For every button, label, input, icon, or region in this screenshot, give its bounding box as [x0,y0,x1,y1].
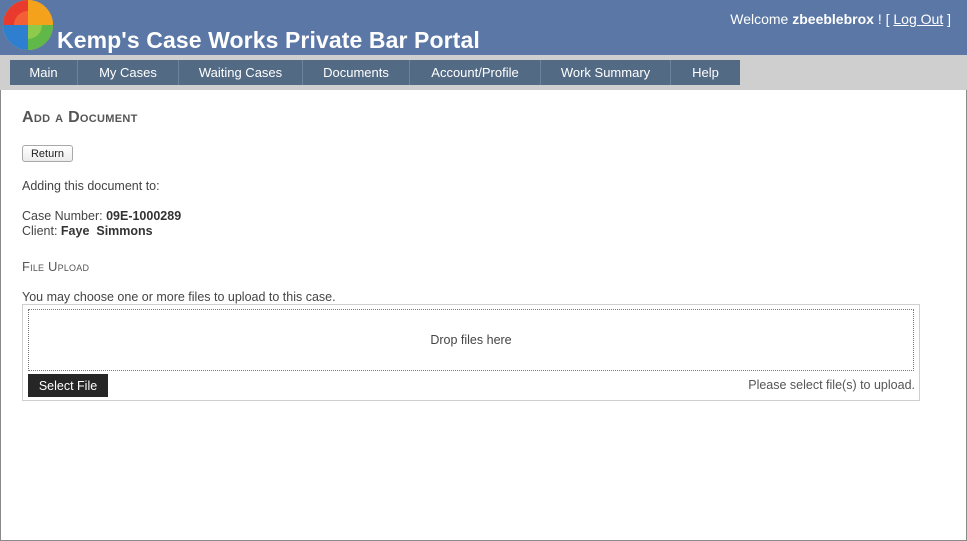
file-upload-heading: File Upload [22,259,90,274]
upload-instructions: You may choose one or more files to uplo… [22,290,336,304]
return-button[interactable]: Return [22,145,73,162]
nav-item-account-profile[interactable]: Account/Profile [410,60,541,85]
adding-text: Adding this document to: [22,179,160,193]
welcome-prefix: Welcome [730,11,789,27]
drop-zone-text: Drop files here [430,333,512,347]
logout-link[interactable]: Log Out [893,11,943,27]
nav-menu: Main My Cases Waiting Cases Documents Ac… [10,60,740,85]
portal-title: Kemp's Case Works Private Bar Portal [57,27,480,53]
nav-item-my-cases[interactable]: My Cases [78,60,179,85]
welcome-bracket-open: ! [ [877,11,890,27]
header: Kemp's Case Works Private Bar Portal Wel… [0,0,967,55]
username: zbeeblebrox [792,11,874,27]
case-number-row: Case Number: 09E-1000289 [22,209,181,223]
portal-logo-icon [3,0,53,50]
case-number-value: 09E-1000289 [106,209,182,223]
client-name: Faye Simmons [60,224,153,238]
client-label: Client: [22,224,58,238]
select-file-button[interactable]: Select File [28,374,108,397]
drop-zone[interactable]: Drop files here [28,309,914,371]
page-title: Add a Document [22,109,138,126]
nav-item-documents[interactable]: Documents [303,60,410,85]
case-number-label: Case Number: [22,209,103,223]
welcome-bar: Welcome zbeeblebrox ! [ Log Out ] [730,11,951,27]
file-upload-widget: Drop files here Select File Please selec… [22,304,920,401]
welcome-bracket-close: ] [947,11,951,27]
nav-item-help[interactable]: Help [671,60,740,85]
nav-item-work-summary[interactable]: Work Summary [541,60,671,85]
nav-item-main[interactable]: Main [10,60,78,85]
upload-status-text: Please select file(s) to upload. [748,378,915,392]
navbar: Main My Cases Waiting Cases Documents Ac… [0,55,967,90]
client-row: Client: Faye Simmons [22,224,153,238]
nav-item-waiting-cases[interactable]: Waiting Cases [179,60,303,85]
